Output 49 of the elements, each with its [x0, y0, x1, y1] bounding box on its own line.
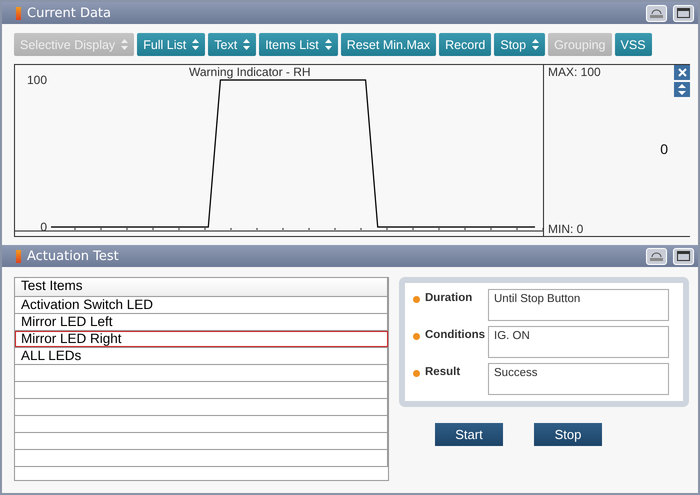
bullet-icon: [413, 370, 420, 377]
window-button[interactable]: [673, 248, 694, 264]
updown-icon: [532, 39, 540, 50]
close-button[interactable]: [674, 65, 690, 80]
info-value: Until Stop Button: [488, 289, 669, 321]
info-value: Success: [488, 363, 669, 395]
updown-icon: [192, 39, 200, 50]
toolbar-button[interactable]: VSS: [614, 33, 652, 56]
retry-icon: [649, 250, 664, 262]
retry-button[interactable]: [646, 4, 667, 22]
list-item[interactable]: Mirror LED Right: [15, 331, 388, 347]
max-label: MAX: 100: [548, 65, 601, 79]
flame-icon: [16, 6, 21, 20]
retry-button[interactable]: [646, 248, 667, 264]
bullet-icon: [413, 333, 420, 340]
updown-icon: [243, 39, 250, 50]
updown-icon: [678, 84, 686, 95]
info-label: Result: [425, 366, 462, 378]
window-icon: [677, 251, 690, 261]
window-button[interactable]: [673, 4, 694, 22]
stop-button[interactable]: Stop: [534, 423, 602, 446]
list-item[interactable]: Activation Switch LED: [15, 297, 388, 313]
retry-icon: [649, 8, 664, 18]
current-value: 0: [660, 141, 668, 157]
close-icon: [678, 68, 686, 77]
min-label: MIN: 0: [548, 222, 584, 236]
window-title: Current Data: [27, 6, 112, 20]
dropdown-button[interactable]: Stop: [494, 33, 546, 56]
dropdown-button[interactable]: Full List: [137, 33, 206, 56]
window-title: Actuation Test: [27, 248, 120, 264]
updown-icon: [121, 39, 128, 50]
info-label: Duration: [425, 292, 474, 304]
y-tick-label: 100: [26, 73, 47, 87]
bullet-icon: [413, 296, 420, 303]
chart-title: Warning Indicator - RH: [189, 65, 311, 79]
window-icon: [677, 8, 690, 18]
dropdown-button[interactable]: Items List: [259, 33, 338, 56]
column-header: Test Items: [15, 278, 388, 296]
toolbar-button[interactable]: Record: [439, 33, 492, 56]
expand-button[interactable]: [674, 82, 690, 97]
list-item[interactable]: ALL LEDs: [15, 348, 388, 364]
flame-icon: [16, 250, 21, 262]
info-label: Conditions: [425, 329, 486, 341]
dropdown-button[interactable]: Text: [208, 33, 256, 56]
updown-icon: [324, 39, 332, 50]
start-button[interactable]: Start: [435, 423, 503, 446]
list-item[interactable]: Mirror LED Left: [15, 314, 388, 330]
info-value: IG. ON: [488, 326, 669, 358]
toolbar-button[interactable]: Reset Min.Max: [340, 33, 436, 56]
